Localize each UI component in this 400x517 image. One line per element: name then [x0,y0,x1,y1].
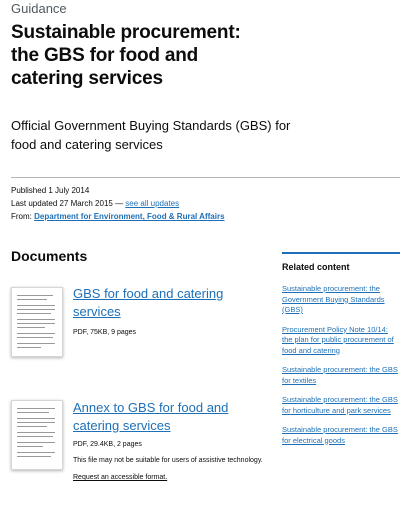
related-link-ppn-10-14[interactable]: Procurement Policy Note 10/14: the plan … [282,325,394,355]
published-date: Published 1 July 2014 [11,186,90,195]
attachment-title-link-2[interactable]: Annex to GBS for food and catering servi… [73,400,228,433]
attachment-title-link-1[interactable]: GBS for food and catering services [73,286,223,319]
page-title: Sustainable procurement: the GBS for foo… [11,22,241,89]
related-link-horticulture[interactable]: Sustainable procurement: the GBS for hor… [282,395,398,415]
document-thumbnail-2[interactable] [11,400,63,470]
organisation-link[interactable]: Department for Environment, Food & Rural… [34,212,224,221]
related-link-textiles[interactable]: Sustainable procurement: the GBS for tex… [282,365,398,385]
documents-heading: Documents [11,248,88,264]
page-caption: Guidance [11,1,67,16]
accessibility-notice: This file may not be suitable for users … [73,457,263,464]
attachment-meta-1: PDF, 75KB, 9 pages [73,329,137,336]
related-item: Sustainable procurement: the GBS for hor… [282,395,400,416]
related-link-electrical[interactable]: Sustainable procurement: the GBS for ele… [282,425,398,445]
last-updated: Last updated 27 March 2015 — see all upd… [11,197,225,210]
document-thumbnail-1[interactable] [11,287,63,357]
last-updated-text: Last updated 27 March 2015 — [11,199,126,208]
related-item: Sustainable procurement: the GBS for tex… [282,365,400,386]
attachment-1: GBS for food and catering services PDF, … [73,285,273,338]
from-label: From: [11,212,32,221]
related-item: Sustainable procurement: the Government … [282,284,400,316]
attachment-2: Annex to GBS for food and catering servi… [73,399,273,484]
metadata-divider [11,177,400,178]
page-lede: Official Government Buying Standards (GB… [11,118,291,152]
request-accessible-format-link[interactable]: Request an accessible format. [73,474,167,481]
related-content-list: Sustainable procurement: the Government … [282,284,400,455]
from-organisation: From: Department for Environment, Food &… [11,210,225,223]
metadata-block: Published 1 July 2014 Last updated 27 Ma… [11,184,225,223]
related-content-heading: Related content [282,262,350,272]
related-content-divider [282,252,400,254]
attachment-meta-2: PDF, 29.4KB, 2 pages [73,441,142,448]
related-item: Sustainable procurement: the GBS for ele… [282,425,400,446]
related-item: Procurement Policy Note 10/14: the plan … [282,325,400,357]
related-link-gbs[interactable]: Sustainable procurement: the Government … [282,284,385,314]
see-all-updates-link[interactable]: see all updates [125,199,179,208]
